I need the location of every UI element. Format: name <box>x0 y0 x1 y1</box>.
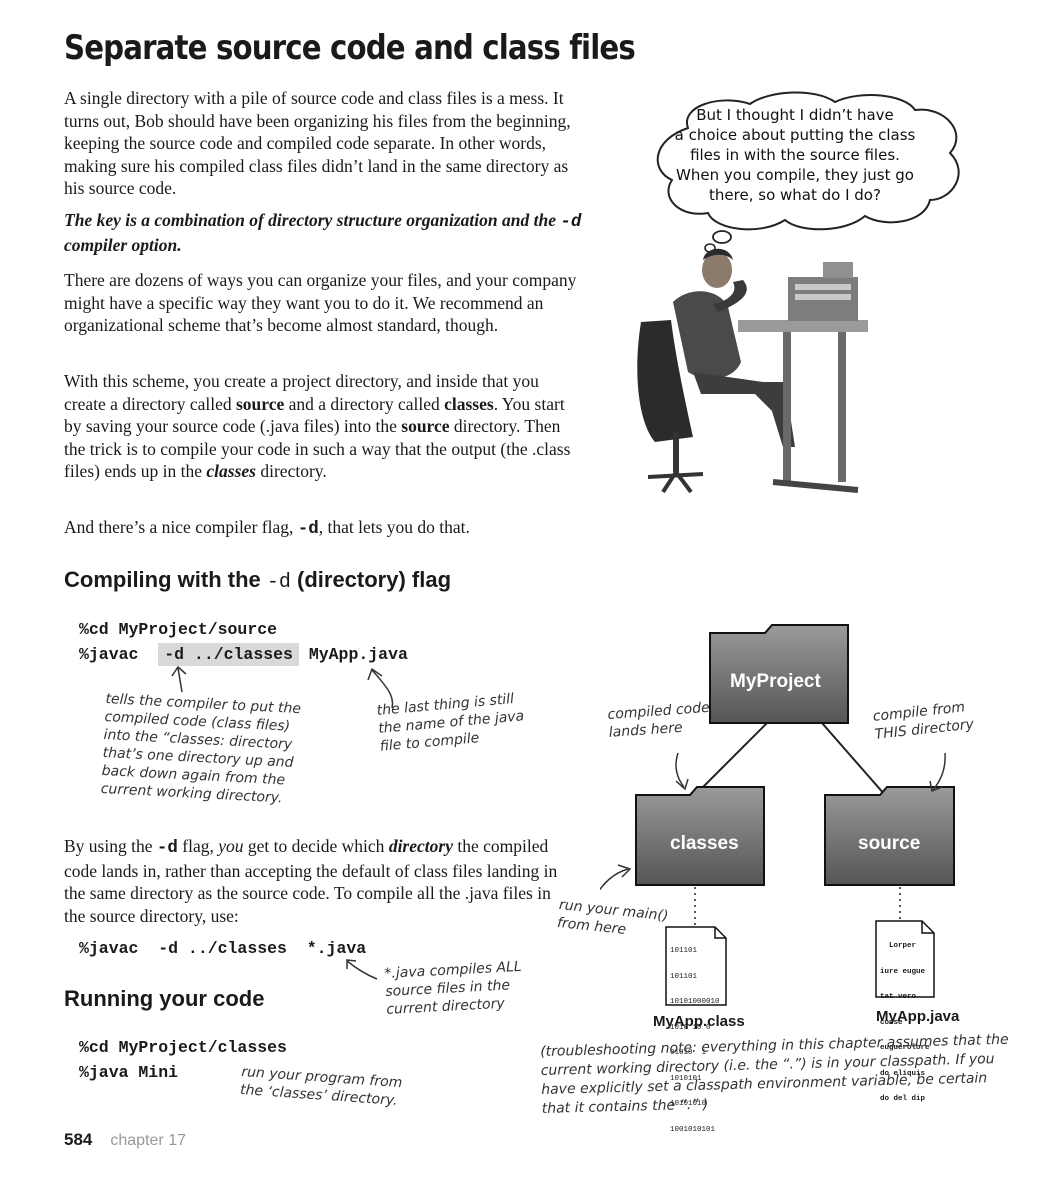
scheme-bold-source-2: source <box>401 416 450 437</box>
note-d-flag: tells the compiler to put the compiled c… <box>100 690 301 808</box>
using-text-1: By using the <box>64 836 157 856</box>
page-number: 584 <box>64 1130 93 1149</box>
page-footer: 584 chapter 17 <box>64 1130 186 1150</box>
bubble-line: there, so what do I do? <box>709 186 881 204</box>
directory-diagram: MyProject classes source <box>600 624 955 1006</box>
running-heading: Running your code <box>64 986 265 1011</box>
scheme-text-5: directory. <box>255 461 327 482</box>
note-run-program: run your program from the ‘classes’ dire… <box>239 1063 403 1110</box>
java-file-line: iure eugue <box>880 967 926 976</box>
compiling-heading-b: (directory) flag <box>290 567 452 592</box>
note-last-thing: the last thing is still the name of the … <box>376 689 526 756</box>
class-file-line: 10101000010 <box>670 998 720 1006</box>
java-note-arrow <box>346 959 378 980</box>
folder-myproject: MyProject <box>709 624 849 724</box>
java-file-line: Lorper <box>880 942 917 950</box>
scheme-bold-source: source <box>235 393 285 414</box>
class-file-line: 101101 <box>670 947 698 955</box>
key-line-flag: -d <box>560 212 582 232</box>
flag-text-2: , that lets you do that. <box>318 517 470 537</box>
bubble-line: When you compile, they just go <box>676 166 914 184</box>
java-file-label: MyApp.java <box>876 1008 960 1025</box>
flag-paragraph: And there’s a nice compiler flag, -d, th… <box>64 516 584 541</box>
compiling-heading-a: Compiling with the <box>64 567 267 592</box>
cmd-javac: %javac <box>79 645 149 664</box>
scheme-text-2: and a directory called <box>284 393 445 414</box>
bubble-text: But I thought I didn’t have a choice abo… <box>660 105 930 205</box>
folder-classes: classes <box>635 786 765 886</box>
compiling-heading: Compiling with the -d (directory) flag <box>64 567 451 594</box>
scheme-bold-classes: classes <box>444 393 494 414</box>
class-file-label: MyApp.class <box>653 1013 745 1030</box>
cmd-javac-all: %javac -d ../classes *.java <box>79 939 367 958</box>
compiling-heading-flag: -d <box>266 571 291 594</box>
troubleshooting-note: (troubleshooting note: everything in thi… <box>540 1031 1010 1119</box>
folder-myproject-label: MyProject <box>730 671 821 692</box>
flag-code: -d <box>297 519 319 539</box>
dozens-paragraph: There are dozens of ways you can organiz… <box>64 270 577 336</box>
key-line-text-a: The key is a combination of directory st… <box>64 210 556 230</box>
cmd-cd-source: %cd MyProject/source <box>79 620 278 639</box>
folder-source-label: source <box>858 833 920 854</box>
cmd-java-mini: %java Mini <box>79 1063 179 1082</box>
using-you: you <box>218 836 244 856</box>
java-file-line: tat vero <box>880 993 917 1001</box>
using-flag: -d <box>156 838 178 858</box>
bubble-line: files in with the source files. <box>690 146 900 164</box>
folder-source: source <box>824 786 955 886</box>
key-line-text-b: compiler option. <box>64 234 182 255</box>
photo-man-at-desk <box>637 248 868 494</box>
flag-text-1: And there’s a nice compiler flag, <box>64 517 298 537</box>
folder-classes-label: classes <box>670 833 739 854</box>
note-compiled-lands: compiled code lands here <box>607 699 712 742</box>
class-file-line: 101101 <box>670 972 698 981</box>
bubble-line: a choice about putting the class <box>674 126 916 144</box>
chapter-label: chapter 17 <box>110 1132 186 1149</box>
intro-paragraph: A single directory with a pile of source… <box>64 88 571 199</box>
bubble-line: But I thought I didn’t have <box>696 106 894 124</box>
using-paragraph: By using the -d flag, you get to decide … <box>64 835 564 927</box>
page-title: Separate source code and class files <box>64 28 636 68</box>
scheme-bold-classes-2: classes <box>206 461 256 482</box>
scheme-paragraph: With this scheme, you create a project d… <box>64 370 584 483</box>
using-directory: directory <box>388 836 453 856</box>
using-text-3: get to decide which <box>243 836 389 856</box>
cmd-cd-classes: %cd MyProject/classes <box>79 1038 287 1057</box>
note-java-all: *.java compiles ALL source files in the … <box>384 958 524 1019</box>
using-text-2: flag, <box>177 836 219 856</box>
class-file-line: 1001010101 <box>670 1125 716 1134</box>
key-line: The key is a combination of directory st… <box>64 209 584 256</box>
